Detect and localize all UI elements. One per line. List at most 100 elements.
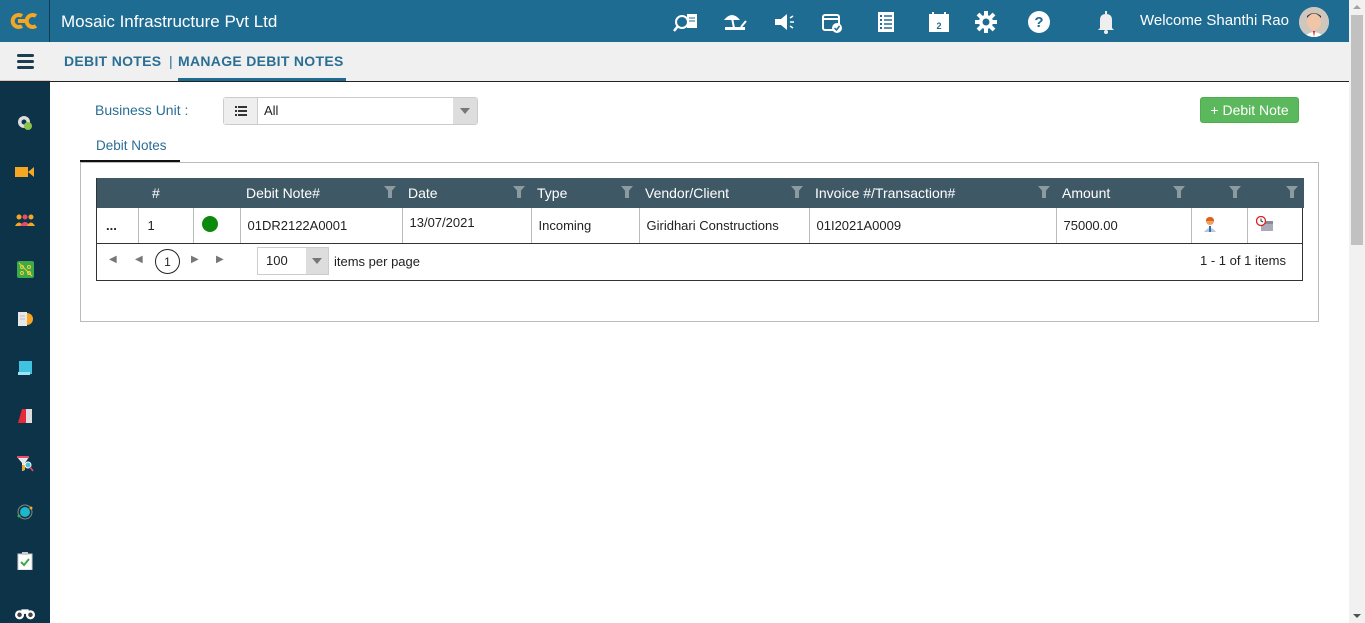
column-header-label: Type (537, 185, 568, 201)
column-header-date[interactable]: Date (402, 178, 531, 208)
scroll-up-icon[interactable] (1353, 5, 1361, 9)
type-cell: Incoming (531, 208, 640, 243)
date-cell: 13/07/2021 (402, 208, 532, 243)
binoculars-icon[interactable] (15, 603, 35, 623)
column-header-menu (97, 178, 138, 208)
status-indicator (201, 216, 218, 232)
debit-note-number[interactable]: 01DR2122A0001 (240, 208, 403, 243)
business-unit-label: Business Unit : (95, 102, 189, 118)
previous-page-icon[interactable]: ◀ (135, 254, 143, 265)
help-icon[interactable]: ? (1026, 9, 1052, 35)
column-header-status (193, 178, 240, 208)
bell-icon[interactable] (1093, 9, 1119, 35)
status-cell (193, 208, 241, 243)
filter-icon[interactable] (513, 186, 525, 198)
column-header-label: Amount (1062, 185, 1111, 201)
chevron-down-icon[interactable] (453, 98, 477, 124)
filter-icon[interactable] (1286, 186, 1298, 198)
invoice-cell: 01I2021A0009 (809, 208, 1057, 243)
column-header-assign[interactable] (1191, 178, 1247, 208)
person-icon[interactable] (1203, 217, 1217, 235)
filter-icon[interactable] (1173, 186, 1185, 198)
last-page-icon[interactable]: ▶ (216, 254, 224, 265)
row-menu[interactable]: ... (97, 208, 139, 243)
breadcrumb-current[interactable]: MANAGE DEBIT NOTES (178, 53, 344, 69)
svg-text:?: ? (1034, 14, 1043, 31)
debit-notes-grid: # Debit Note# Date Type Vendor/Client In… (96, 178, 1304, 281)
filter-icon[interactable] (621, 186, 633, 198)
avatar[interactable] (1299, 7, 1329, 37)
svg-text:2: 2 (936, 21, 941, 31)
first-page-icon[interactable]: ◀ (109, 254, 118, 265)
calendar-icon[interactable]: 2 (926, 9, 952, 35)
column-header-debit-note[interactable]: Debit Note# (240, 178, 402, 208)
filter-icon[interactable] (791, 186, 803, 198)
filter-search-icon[interactable] (15, 454, 35, 474)
business-unit-select[interactable]: All (223, 97, 478, 125)
column-header-schedule[interactable] (1247, 178, 1304, 208)
pager-info: 1 - 1 of 1 items (1200, 253, 1286, 268)
column-header-type[interactable]: Type (531, 178, 639, 208)
column-header-label: Invoice #/Transaction# (815, 185, 956, 201)
list-icon (224, 98, 258, 124)
column-header-vendor[interactable]: Vendor/Client (639, 178, 809, 208)
breadcrumb-root[interactable]: DEBIT NOTES (64, 53, 161, 69)
report-icon[interactable] (15, 309, 35, 329)
gear-icon[interactable] (973, 9, 999, 35)
column-header-label: # (152, 185, 160, 201)
breadcrumb-separator: | (169, 53, 173, 69)
grid-pager: ◀ ◀ 1 ▶ ▶ 100 items per page 1 - 1 of 1 … (97, 243, 1302, 279)
assign-cell (1191, 208, 1248, 243)
tab-debit-notes[interactable]: Debit Notes (80, 138, 180, 162)
breadcrumb-bar: DEBIT NOTES | MANAGE DEBIT NOTES (0, 42, 1349, 82)
business-unit-value: All (264, 103, 279, 118)
app-logo[interactable] (0, 0, 50, 42)
column-header-index[interactable]: # (138, 178, 193, 208)
welcome-text: Welcome Shanthi Rao (1140, 12, 1289, 29)
orbit-icon[interactable] (15, 502, 35, 522)
amount-cell: 75000.00 (1056, 208, 1192, 243)
grid-header-row: # Debit Note# Date Type Vendor/Client In… (97, 178, 1304, 208)
search-document-icon[interactable] (673, 9, 699, 35)
column-header-label: Debit Note# (246, 185, 320, 201)
column-header-amount[interactable]: Amount (1056, 178, 1191, 208)
clock-calendar-icon[interactable] (1255, 215, 1274, 235)
page-size-label: items per page (334, 254, 420, 269)
calendar-check-icon[interactable] (819, 9, 845, 35)
sidebar (0, 82, 50, 623)
company-name: Mosaic Infrastructure Pvt Ltd (61, 12, 278, 31)
beach-leave-icon[interactable] (722, 9, 748, 35)
page-scrollbar[interactable] (1349, 0, 1365, 623)
page-number-button[interactable]: 1 (155, 249, 180, 274)
schedule-cell (1247, 208, 1304, 243)
vendor-cell: Giridhari Constructions (639, 208, 810, 243)
hamburger-menu-icon[interactable] (0, 42, 50, 81)
filter-icon[interactable] (1038, 186, 1050, 198)
video-icon[interactable] (15, 162, 35, 182)
next-page-icon[interactable]: ▶ (191, 254, 199, 265)
settings-user-icon[interactable] (15, 113, 35, 133)
page-size-select[interactable]: 100 (257, 247, 329, 275)
checklist-icon[interactable] (873, 9, 899, 35)
chevron-down-icon[interactable] (306, 248, 328, 274)
column-header-label: Date (408, 185, 438, 201)
table-row[interactable]: ... 1 01DR2122A0001 13/07/2021 Incoming … (97, 208, 1304, 243)
column-header-label: Vendor/Client (645, 185, 730, 201)
page-size-value: 100 (266, 253, 288, 268)
filter-icon[interactable] (384, 186, 396, 198)
top-bar: Mosaic Infrastructure Pvt Ltd 2 ? Welcom… (0, 0, 1349, 42)
clipboard-check-icon[interactable] (15, 551, 35, 571)
column-header-invoice[interactable]: Invoice #/Transaction# (809, 178, 1056, 208)
filter-icon[interactable] (1229, 186, 1241, 198)
row-index: 1 (138, 208, 194, 243)
notes-icon[interactable] (15, 358, 35, 378)
megaphone-icon[interactable] (771, 9, 797, 35)
network-icon[interactable] (15, 259, 35, 279)
add-debit-note-button[interactable]: + Debit Note (1200, 97, 1299, 123)
team-icon[interactable] (15, 210, 35, 230)
active-breadcrumb-underline (178, 78, 346, 81)
scroll-down-icon[interactable] (1353, 614, 1361, 618)
logo-icon (10, 13, 37, 29)
document-icon[interactable] (15, 406, 35, 426)
scroll-thumb[interactable] (1351, 15, 1363, 245)
